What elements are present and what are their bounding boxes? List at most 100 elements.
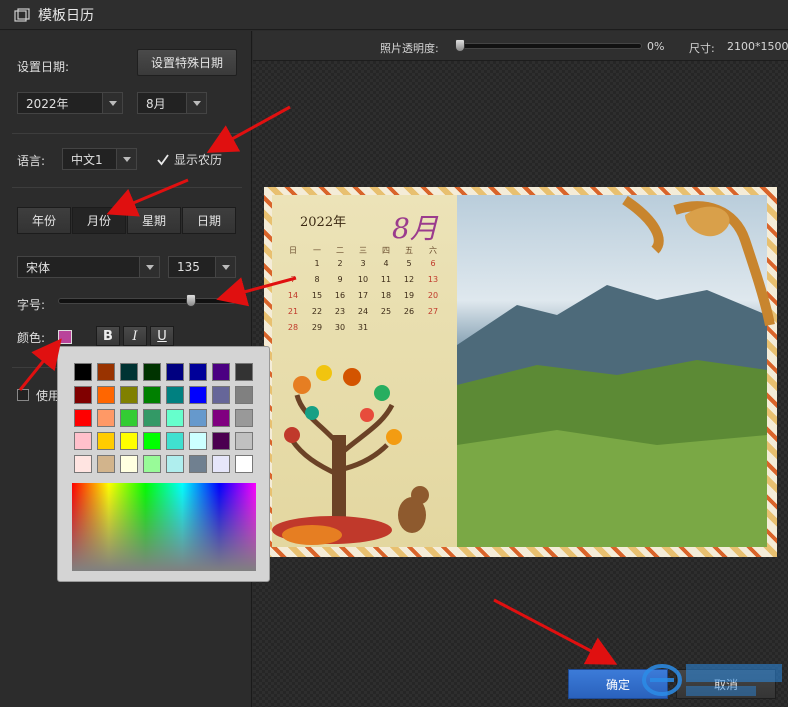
palette-color-swatch[interactable] [143,386,161,404]
calendar-day: 27 [427,307,439,316]
month-select[interactable]: 8月 [137,92,207,114]
palette-color-swatch[interactable] [120,363,138,381]
calendar-day: 26 [403,307,415,316]
palette-color-swatch[interactable] [97,432,115,450]
calendar-weekday-header: 五 [405,246,413,255]
chevron-down-icon[interactable] [116,149,136,169]
language-label: 语言: [17,154,46,168]
autumn-tree-illustration [272,365,429,545]
calendar-grid-panel: 2022年 8月 日一二三四五六 1 2 3 4 5 6 7 8 9 10 11 12 13 14 15 16 1… [272,195,457,547]
template-icon [14,7,30,22]
color-swatch[interactable] [58,330,72,344]
color-palette-popup [57,346,270,582]
divider [12,133,242,134]
bold-button[interactable]: B [96,326,120,346]
palette-color-swatch[interactable] [120,455,138,473]
show-lunar-checkbox[interactable]: 显示农历 [156,151,222,168]
calendar-day: 2 [337,259,343,268]
palette-color-swatch[interactable] [97,386,115,404]
tab-month[interactable]: 月份 [72,207,126,234]
size-label: 尺寸: [689,42,715,55]
palette-color-swatch[interactable] [143,363,161,381]
palette-color-swatch[interactable] [120,409,138,427]
checkmark-icon[interactable] [156,153,170,167]
italic-button[interactable]: I [123,326,147,346]
palette-color-swatch[interactable] [120,386,138,404]
tab-week[interactable]: 星期 [127,207,181,234]
chevron-down-icon[interactable] [215,257,235,277]
palette-color-swatch[interactable] [143,432,161,450]
font-select-value: 宋体 [26,260,51,275]
chevron-down-icon[interactable] [186,93,206,113]
palette-color-swatch[interactable] [212,432,230,450]
watermark-logo [642,664,782,696]
calendar-day: 11 [380,275,392,284]
calendar-day: 8 [314,275,320,284]
palette-color-swatch[interactable] [74,409,92,427]
palette-color-swatch[interactable] [74,432,92,450]
calendar-day: 28 [287,323,299,332]
palette-color-swatch[interactable] [166,409,184,427]
calendar-day: 29 [311,323,323,332]
year-select-value: 2022年 [26,96,69,111]
calendar-day: 20 [427,291,439,300]
calendar-day: 24 [357,307,369,316]
palette-color-swatch[interactable] [120,432,138,450]
chevron-down-icon[interactable] [102,93,122,113]
font-size-slider[interactable] [58,298,236,304]
palette-color-swatch[interactable] [166,363,184,381]
palette-color-swatch[interactable] [74,363,92,381]
calendar-day: 16 [334,291,346,300]
palette-color-swatch[interactable] [212,455,230,473]
tab-day[interactable]: 日期 [182,207,236,234]
palette-color-swatch[interactable] [143,455,161,473]
year-select[interactable]: 2022年 [17,92,123,114]
palette-color-swatch[interactable] [189,363,207,381]
palette-color-swatch[interactable] [74,386,92,404]
set-date-label: 设置日期: [17,60,70,74]
palette-color-swatch[interactable] [235,363,253,381]
palette-color-swatch[interactable] [166,455,184,473]
font-size-select-value: 135 [177,260,200,274]
opacity-slider[interactable] [456,43,642,49]
language-select[interactable]: 中文1 [62,148,137,170]
palette-color-swatch[interactable] [97,455,115,473]
calendar-day: 10 [357,275,369,284]
calendar-day: 4 [383,259,389,268]
use-checkbox[interactable] [17,389,29,401]
calendar-day: 31 [357,323,369,332]
palette-color-swatch[interactable] [74,455,92,473]
palette-color-swatch[interactable] [97,363,115,381]
font-size-slider-handle[interactable] [185,294,196,307]
palette-color-swatch[interactable] [212,363,230,381]
palette-color-swatch[interactable] [189,432,207,450]
font-select[interactable]: 宋体 [17,256,160,278]
underline-button[interactable]: U [150,326,174,346]
font-size-select[interactable]: 135 [168,256,236,278]
special-date-button[interactable]: 设置特殊日期 [137,49,237,76]
palette-color-swatch[interactable] [97,409,115,427]
tab-year[interactable]: 年份 [17,207,71,234]
palette-color-swatch[interactable] [189,409,207,427]
calendar-weekday-header: 四 [382,246,390,255]
ribbon-bow-decoration [622,195,775,326]
color-spectrum-picker[interactable] [72,483,256,571]
palette-color-swatch[interactable] [189,455,207,473]
calendar-day: 30 [334,323,346,332]
palette-color-swatch[interactable] [212,386,230,404]
palette-color-swatch[interactable] [166,432,184,450]
calendar-day: 3 [360,259,366,268]
palette-color-swatch[interactable] [212,409,230,427]
chevron-down-icon[interactable] [139,257,159,277]
palette-color-swatch[interactable] [235,455,253,473]
palette-color-swatch[interactable] [189,386,207,404]
palette-color-swatch[interactable] [235,432,253,450]
calendar-month: 8月 [392,212,438,245]
calendar-day: 6 [430,259,436,268]
palette-color-swatch[interactable] [143,409,161,427]
calendar-day: 7 [290,275,296,284]
palette-color-swatch[interactable] [235,409,253,427]
opacity-slider-handle[interactable] [455,39,465,52]
palette-color-swatch[interactable] [166,386,184,404]
palette-color-swatch[interactable] [235,386,253,404]
